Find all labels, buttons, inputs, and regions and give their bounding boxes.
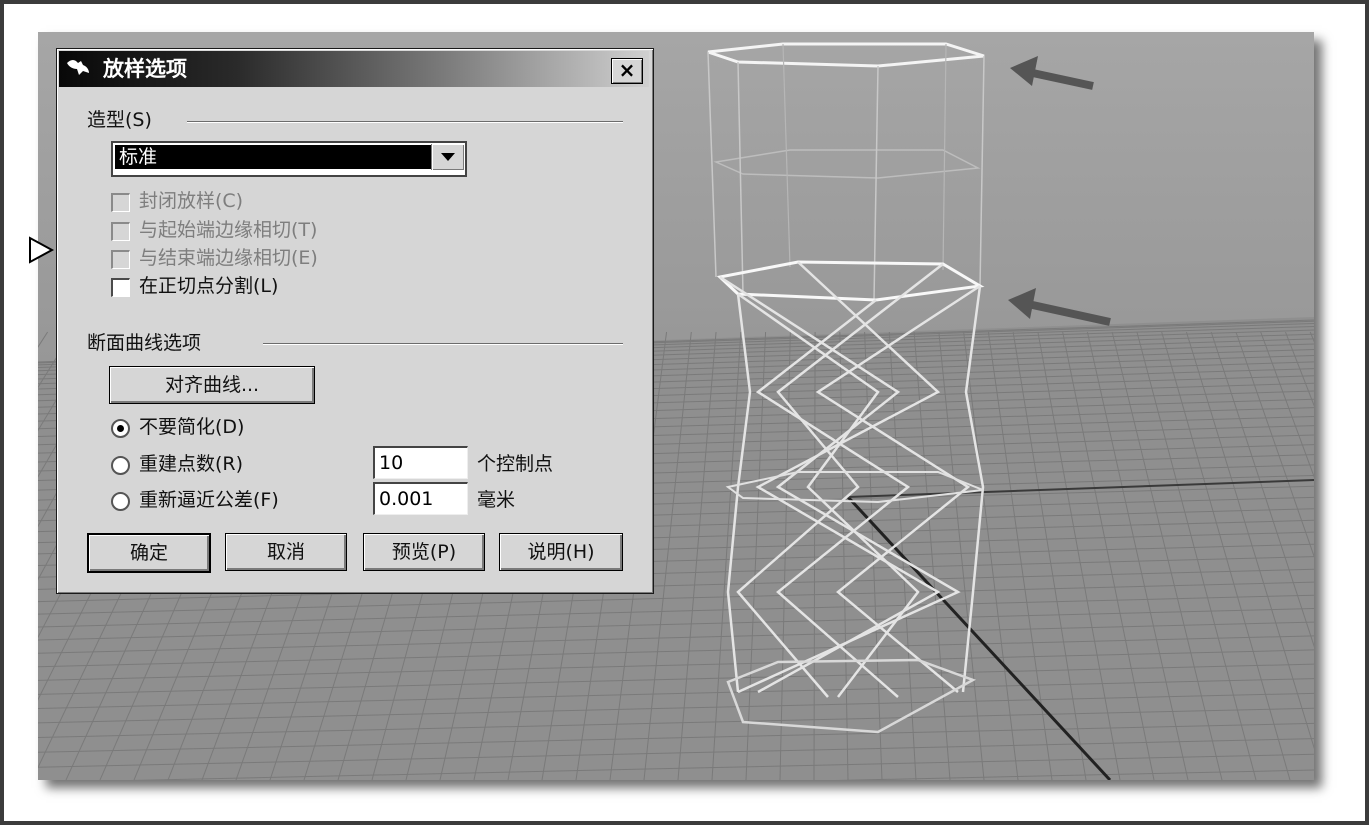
cross-section-section-label: 断面曲线选项 bbox=[87, 332, 202, 354]
close-icon: × bbox=[618, 58, 636, 82]
radio-button[interactable] bbox=[111, 419, 130, 438]
rhino-icon bbox=[67, 60, 89, 75]
style-select-value: 标准 bbox=[115, 145, 431, 169]
refit-tolerance-unit: 毫米 bbox=[477, 489, 516, 511]
checkbox-label: 与起始端边缘相切(T) bbox=[139, 219, 318, 241]
style-select[interactable]: 标准 bbox=[111, 141, 467, 177]
checkbox-box[interactable] bbox=[111, 222, 130, 241]
checkbox-box[interactable] bbox=[111, 250, 130, 269]
cross-section-divider bbox=[263, 343, 623, 345]
mouse-pointer-icon bbox=[29, 236, 55, 264]
radio-label: 重新逼近公差(F) bbox=[139, 489, 279, 511]
close-button[interactable]: × bbox=[611, 58, 643, 84]
checkbox-label: 在正切点分割(L) bbox=[139, 275, 279, 297]
radio-button[interactable] bbox=[111, 492, 130, 511]
refit-tolerance-input[interactable]: 0.001 bbox=[373, 482, 468, 515]
dialog-title: 放样选项 bbox=[103, 56, 187, 81]
align-curves-button[interactable]: 对齐曲线... bbox=[109, 366, 315, 404]
style-section-divider bbox=[187, 121, 623, 123]
loft-options-dialog: 放样选项 × 造型(S) 标准 封闭放样(C) 与起始端边缘相切(T) 与结束端… bbox=[56, 48, 654, 594]
cancel-button[interactable]: 取消 bbox=[225, 533, 347, 571]
help-button[interactable]: 说明(H) bbox=[499, 533, 623, 571]
preview-button[interactable]: 预览(P) bbox=[363, 533, 485, 571]
ok-button[interactable]: 确定 bbox=[87, 533, 211, 573]
dialog-titlebar[interactable]: 放样选项 × bbox=[59, 51, 649, 87]
style-section-label: 造型(S) bbox=[87, 109, 152, 131]
radio-button[interactable] bbox=[111, 456, 130, 475]
checkbox-box[interactable] bbox=[111, 278, 130, 297]
checkbox-box[interactable] bbox=[111, 193, 130, 212]
chevron-down-icon[interactable] bbox=[431, 144, 464, 170]
rebuild-points-input[interactable]: 10 bbox=[373, 446, 468, 479]
rebuild-points-unit: 个控制点 bbox=[477, 453, 554, 475]
figure-frame: 放样选项 × 造型(S) 标准 封闭放样(C) 与起始端边缘相切(T) 与结束端… bbox=[0, 0, 1369, 825]
checkbox-label: 与结束端边缘相切(E) bbox=[139, 247, 318, 269]
radio-label: 重建点数(R) bbox=[139, 453, 244, 475]
checkbox-label: 封闭放样(C) bbox=[139, 190, 244, 212]
radio-selected-dot bbox=[117, 425, 124, 432]
radio-label: 不要简化(D) bbox=[139, 416, 245, 438]
